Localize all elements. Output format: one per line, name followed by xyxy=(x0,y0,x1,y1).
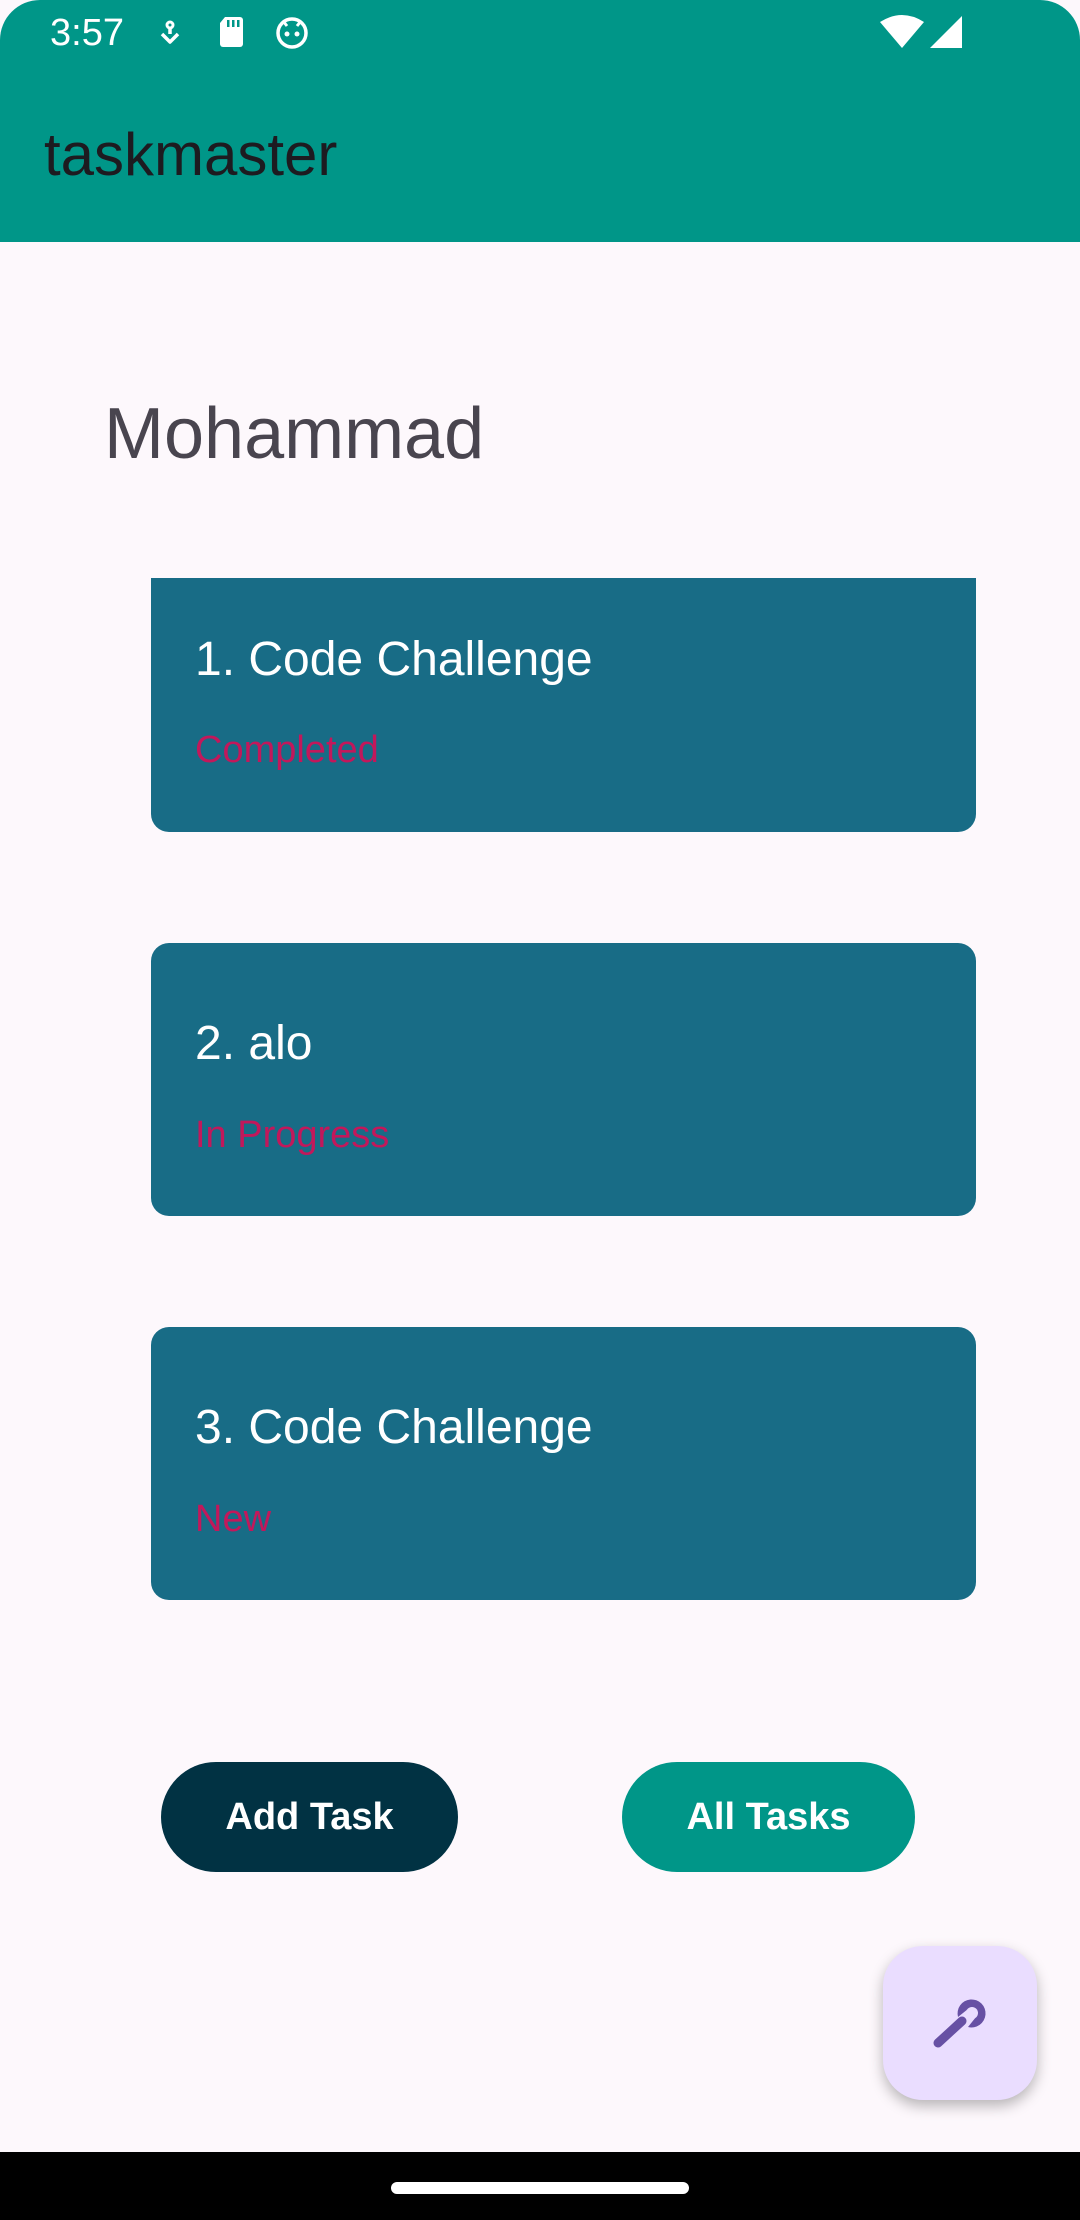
home-gesture-handle[interactable] xyxy=(391,2182,689,2194)
username-heading: Mohammad xyxy=(104,394,485,474)
task-title: 3. Code Challenge xyxy=(195,1401,593,1454)
status-bar: 3:57 xyxy=(0,0,1080,66)
add-task-button[interactable]: Add Task xyxy=(161,1762,458,1872)
download-icon xyxy=(160,20,180,44)
task-card[interactable]: 1. Code Challenge Completed xyxy=(151,578,976,832)
sd-card-icon xyxy=(220,17,243,47)
app-title: taskmaster xyxy=(44,121,338,188)
wrench-icon xyxy=(933,1999,986,2048)
all-tasks-button[interactable]: All Tasks xyxy=(622,1762,915,1872)
settings-fab[interactable] xyxy=(883,1946,1037,2100)
wifi-icon xyxy=(880,15,924,48)
navigation-bar xyxy=(0,2152,1080,2220)
task-card[interactable]: 2. alo In Progress xyxy=(151,943,976,1216)
task-status: Completed xyxy=(195,729,379,771)
task-card[interactable]: 3. Code Challenge New xyxy=(151,1327,976,1600)
app-bar: taskmaster xyxy=(0,66,1080,242)
android-icon xyxy=(276,17,308,49)
task-status: New xyxy=(195,1498,272,1540)
task-title: 1. Code Challenge xyxy=(195,633,593,686)
signal-icon xyxy=(930,16,962,48)
status-time: 3:57 xyxy=(50,12,124,54)
task-status: In Progress xyxy=(195,1114,390,1156)
task-title: 2. alo xyxy=(195,1017,313,1070)
